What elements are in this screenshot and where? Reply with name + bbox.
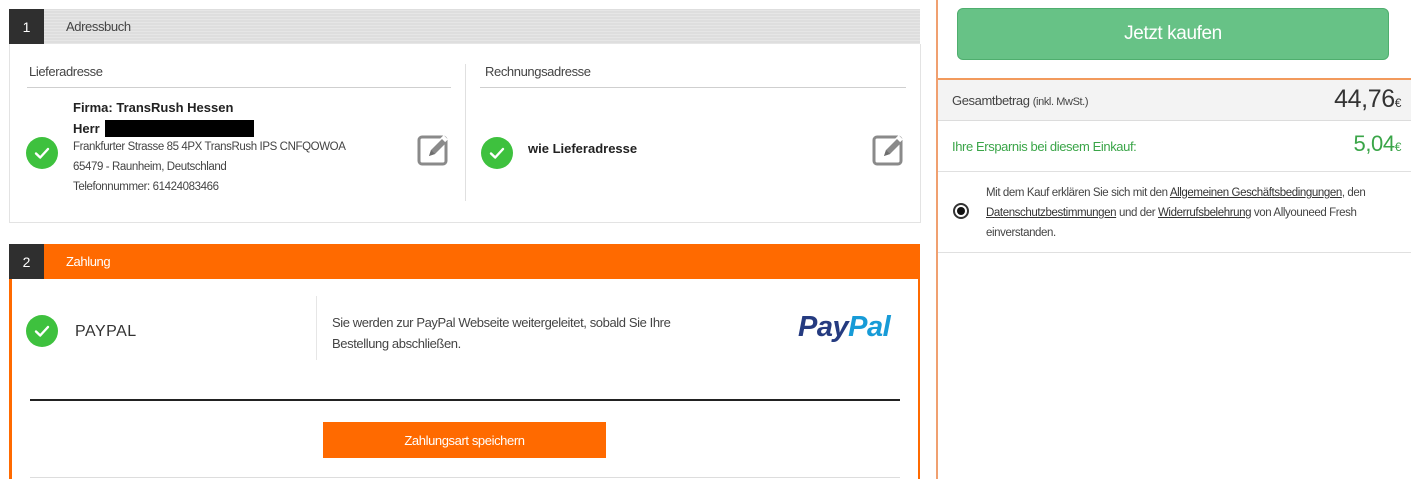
step2-title: Zahlung: [66, 254, 111, 269]
savings-row: Ihre Ersparnis bei diesem Einkauf: 5,04€: [938, 121, 1411, 172]
terms-mid3: von Allyouneed Fresh: [1253, 207, 1357, 219]
edit-shipping-icon[interactable]: [417, 133, 451, 167]
bottom-rule: [30, 477, 900, 478]
shipping-street: Frankfurter Strasse 85 4PX TransRush IPS…: [73, 141, 346, 153]
total-currency: €: [1394, 96, 1402, 110]
total-label: Gesamtbetrag (inkl. MwSt.): [952, 93, 1089, 108]
step2-header: 2 Zahlung: [9, 244, 920, 279]
shipping-city: 65479 - Raunheim, Deutschland: [73, 161, 227, 173]
step1-title: Adressbuch: [66, 19, 131, 34]
savings-value: 5,04: [1353, 131, 1396, 156]
privacy-link[interactable]: Datenschutzbestimmungen: [986, 207, 1117, 219]
redacted-name: [105, 120, 254, 137]
payment-description: Sie werden zur PayPal Webseite weitergel…: [332, 315, 671, 351]
shipping-heading: Lieferadresse: [29, 64, 103, 79]
paypal-logo-pal: Pal: [848, 311, 891, 343]
terms-text: Mit dem Kauf erklären Sie sich mit den A…: [986, 183, 1391, 243]
paypal-logo-pay: Pay: [798, 311, 849, 343]
payment-separator: [30, 399, 900, 401]
total-label-text: Gesamtbetrag: [952, 93, 1030, 108]
step1-number: 1: [9, 9, 44, 44]
billing-same-as-shipping: wie Lieferadresse: [528, 141, 638, 156]
terms-suffix: einverstanden.: [986, 227, 1056, 239]
agb-link[interactable]: Allgemeinen Geschäftsbedingungen: [1170, 187, 1342, 199]
savings-label: Ihre Ersparnis bei diesem Einkauf:: [952, 139, 1137, 154]
shipping-check-icon: [26, 137, 58, 169]
billing-check-icon: [481, 137, 513, 169]
total-value: 44,76: [1334, 85, 1395, 113]
shipping-divider: [27, 87, 451, 88]
paypal-logo: PayPal: [798, 311, 891, 344]
terms-row: Mit dem Kauf erklären Sie sich mit den A…: [938, 172, 1411, 253]
payment-check-icon: [26, 315, 58, 347]
step2-number: 2: [9, 244, 44, 279]
terms-mid2: und der: [1118, 207, 1156, 219]
withdrawal-link[interactable]: Widerrufsbelehrung: [1158, 207, 1252, 219]
total-row: Gesamtbetrag (inkl. MwSt.) 44,76€: [938, 80, 1411, 121]
save-payment-button[interactable]: Zahlungsart speichern: [323, 422, 606, 458]
buy-now-button[interactable]: Jetzt kaufen: [957, 8, 1389, 60]
payment-method-name: PAYPAL: [75, 323, 137, 340]
savings-currency: €: [1394, 140, 1402, 154]
total-vat-note: (inkl. MwSt.): [1032, 96, 1089, 108]
address-panel: Lieferadresse Firma: TransRush Hessen He…: [9, 44, 921, 223]
column-divider: [465, 64, 466, 201]
terms-prefix: Mit dem Kauf erklären Sie sich mit den: [986, 187, 1168, 199]
savings-amount: 5,04€: [1354, 131, 1402, 157]
edit-billing-icon[interactable]: [872, 133, 906, 167]
billing-divider: [480, 87, 906, 88]
shipping-phone: Telefonnummer: 61424083466: [73, 181, 219, 193]
total-amount: 44,76€: [1334, 85, 1401, 114]
step1-header: 1 Adressbuch: [9, 9, 920, 44]
payment-panel: PAYPAL Sie werden zur PayPal Webseite we…: [9, 279, 920, 479]
terms-radio-icon[interactable]: [953, 203, 969, 219]
shipping-company: Firma: TransRush Hessen: [73, 100, 234, 115]
billing-heading: Rechnungsadresse: [485, 64, 591, 79]
payment-divider: [316, 296, 317, 360]
shipping-salutation: Herr: [73, 121, 100, 136]
terms-mid1: , den: [1341, 187, 1366, 199]
